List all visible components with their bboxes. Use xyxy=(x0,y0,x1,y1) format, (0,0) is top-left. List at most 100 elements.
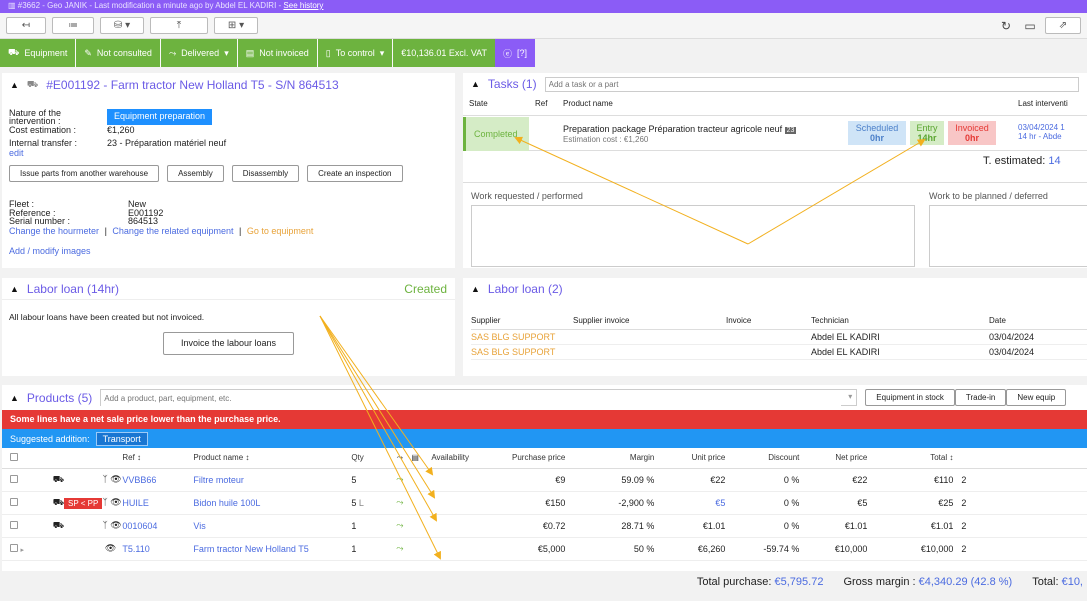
net-price: €1.01 xyxy=(799,514,868,538)
edit-link[interactable]: edit xyxy=(9,148,449,158)
table-row[interactable]: ⛟ SP < PP ᛉ 👁 HUILE Bidon huile 100L 5 L… xyxy=(2,491,1087,515)
work-requested-textarea[interactable] xyxy=(471,205,915,267)
task-state-badge[interactable]: Completed xyxy=(463,117,529,151)
eye-icon[interactable]: 👁 xyxy=(110,497,121,507)
discount[interactable]: 0 % xyxy=(725,514,800,538)
serial-label: Serial number : xyxy=(9,216,71,226)
table-row[interactable]: SAS BLG SUPPORT Abdel EL KADIRI 03/04/20… xyxy=(471,329,1087,345)
monitor-icon[interactable]: ▭ xyxy=(1021,19,1039,33)
nature-value[interactable]: Equipment preparation xyxy=(107,109,213,125)
collapse-icon[interactable]: ▲ xyxy=(10,80,19,90)
tree-dropdown-button[interactable]: ⊞ ▾ xyxy=(214,17,258,34)
task-row[interactable]: Completed Preparation package Préparatio… xyxy=(463,115,1087,151)
unit-price[interactable]: €1.01 xyxy=(654,514,726,538)
row-checkbox[interactable] xyxy=(10,497,18,506)
status-delivered[interactable]: ⤳ Delivered ▾ xyxy=(160,39,237,67)
labor-loan-header[interactable]: ▲ Labor loan (14hr) Created xyxy=(2,278,455,300)
create-inspection-button[interactable]: Create an inspection xyxy=(307,165,403,182)
collapse-icon[interactable]: ▲ xyxy=(471,79,480,89)
product-name[interactable]: Filtre moteur xyxy=(193,468,352,492)
status-equipment[interactable]: ⛟ Equipment xyxy=(0,39,76,67)
eye-icon[interactable]: 👁 xyxy=(110,474,121,484)
product-ref[interactable]: HUILE xyxy=(122,491,194,515)
invoice-labour-button[interactable]: Invoice the labour loans xyxy=(163,332,294,355)
share-button[interactable]: ⇗ xyxy=(1045,17,1081,34)
cash-dropdown-button[interactable]: ⛁ ▾ xyxy=(100,17,144,34)
status-invoiced[interactable]: ▤ Not invoiced xyxy=(237,39,317,67)
back-button[interactable]: ↤ xyxy=(6,17,46,34)
collapse-icon[interactable]: ▲ xyxy=(10,393,19,403)
eye-icon[interactable]: 👁 xyxy=(110,520,121,530)
tool-icon[interactable]: ᛉ xyxy=(102,474,107,484)
change-related-link[interactable]: Change the related equipment xyxy=(112,226,233,236)
list-button[interactable]: ≔ xyxy=(52,17,94,34)
expand-icon[interactable]: ▸ xyxy=(21,547,25,554)
delivered-icon[interactable]: ⤳ xyxy=(388,468,412,492)
discount[interactable]: 0 % xyxy=(725,491,800,515)
select-all-checkbox[interactable] xyxy=(10,452,18,461)
product-name[interactable]: Vis xyxy=(193,514,352,538)
delivered-icon[interactable]: ⤳ xyxy=(388,514,412,538)
product-ref[interactable]: 0010604 xyxy=(122,514,194,538)
status-delivered-label: Delivered xyxy=(181,48,220,58)
assembly-button[interactable]: Assembly xyxy=(167,165,224,182)
go-equipment-link[interactable]: Go to equipment xyxy=(247,226,314,236)
discount[interactable]: 0 % xyxy=(725,468,800,492)
eye-icon[interactable]: 👁 xyxy=(105,543,116,553)
last-intervention[interactable]: 03/04/2024 1 14 hr - Abde xyxy=(1018,123,1065,141)
equipment-stock-button[interactable]: Equipment in stock xyxy=(865,389,955,406)
row-checkbox[interactable] xyxy=(10,474,18,483)
labor-loan-list-header[interactable]: ▲ Labor loan (2) xyxy=(463,278,1087,300)
supplier-cell[interactable]: SAS BLG SUPPORT xyxy=(471,344,573,360)
product-name[interactable]: Bidon huile 100L xyxy=(193,491,352,515)
table-row[interactable]: ⛟ ᛉ 👁 0010604 Vis 1 ⤳ €0.72 28.71 % €1.0… xyxy=(2,514,1087,538)
product-name[interactable]: Farm tractor New Holland T5 xyxy=(193,537,352,561)
status-consulted[interactable]: ✎ Not consulted xyxy=(76,39,160,67)
table-row[interactable]: ⛟ ᛉ 👁 VVBB66 Filtre moteur 5 ⤳ €9 59.09 … xyxy=(2,468,1087,492)
disassembly-button[interactable]: Disassembly xyxy=(231,165,300,182)
tool-icon[interactable]: ᛉ xyxy=(102,497,107,507)
delivered-icon[interactable]: ⤳ xyxy=(388,537,412,561)
new-equipment-button[interactable]: New equip xyxy=(1006,389,1067,406)
product-search-input[interactable] xyxy=(101,391,842,406)
entry-chip[interactable]: Entry 14hr xyxy=(910,121,944,145)
discount[interactable]: -59.74 % xyxy=(725,537,800,561)
row-checkbox[interactable] xyxy=(10,543,18,552)
upload-button[interactable]: ⤒ xyxy=(150,17,208,34)
collapse-icon[interactable]: ▲ xyxy=(471,284,480,294)
unit-price[interactable]: €6,260 xyxy=(654,537,726,561)
product-search-box[interactable]: ▾ xyxy=(100,389,858,406)
collapse-icon[interactable]: ▲ xyxy=(10,284,19,294)
refresh-icon[interactable]: ↻ xyxy=(997,19,1015,33)
row-checkbox[interactable] xyxy=(10,520,18,529)
transport-button[interactable]: Transport xyxy=(95,431,148,446)
unit-price[interactable]: €5 xyxy=(654,491,726,515)
chevron-down-icon[interactable]: ▾ xyxy=(848,392,852,401)
product-ref[interactable]: T5.110 xyxy=(122,537,194,561)
table-row[interactable]: SAS BLG SUPPORT Abdel EL KADIRI 03/04/20… xyxy=(471,344,1087,360)
see-history-link[interactable]: See history xyxy=(283,1,323,10)
supplier-cell[interactable]: SAS BLG SUPPORT xyxy=(471,329,573,345)
add-images-link[interactable]: Add / modify images xyxy=(9,246,91,256)
equipment-panel-header[interactable]: ▲ ⛟ #E001192 - Farm tractor New Holland … xyxy=(2,73,455,97)
col-total[interactable]: Total ↕ xyxy=(867,448,954,469)
invoiced-chip[interactable]: Invoiced 0hr xyxy=(948,121,996,145)
status-euro[interactable]: ⓔ [?] xyxy=(495,39,536,67)
status-control[interactable]: ▯ To control ▾ xyxy=(317,39,393,67)
task-search-input[interactable] xyxy=(544,76,1079,92)
scheduled-chip[interactable]: Scheduled 0hr xyxy=(848,121,906,145)
unit-price[interactable]: €22 xyxy=(654,468,726,492)
issue-parts-button[interactable]: Issue parts from another warehouse xyxy=(9,165,160,182)
col-ref[interactable]: Ref ↕ xyxy=(122,448,194,469)
product-ref[interactable]: VVBB66 xyxy=(122,468,194,492)
col-supplier: Supplier xyxy=(471,313,573,330)
change-hourmeter-link[interactable]: Change the hourmeter xyxy=(9,226,99,236)
tool-icon[interactable]: ᛉ xyxy=(102,520,107,530)
trade-in-button[interactable]: Trade-in xyxy=(954,389,1007,406)
delivered-icon[interactable]: ⤳ xyxy=(388,491,412,515)
table-row[interactable]: ▸ 👁 T5.110 Farm tractor New Holland T5 1… xyxy=(2,537,1087,561)
tasks-header[interactable]: ▲ Tasks (1) xyxy=(463,73,1087,95)
products-header[interactable]: ▲ Products (5) ▾ Equipment in stock Trad… xyxy=(2,385,1087,410)
col-name[interactable]: Product name ↕ xyxy=(193,448,352,469)
work-planned-textarea[interactable] xyxy=(929,205,1087,267)
